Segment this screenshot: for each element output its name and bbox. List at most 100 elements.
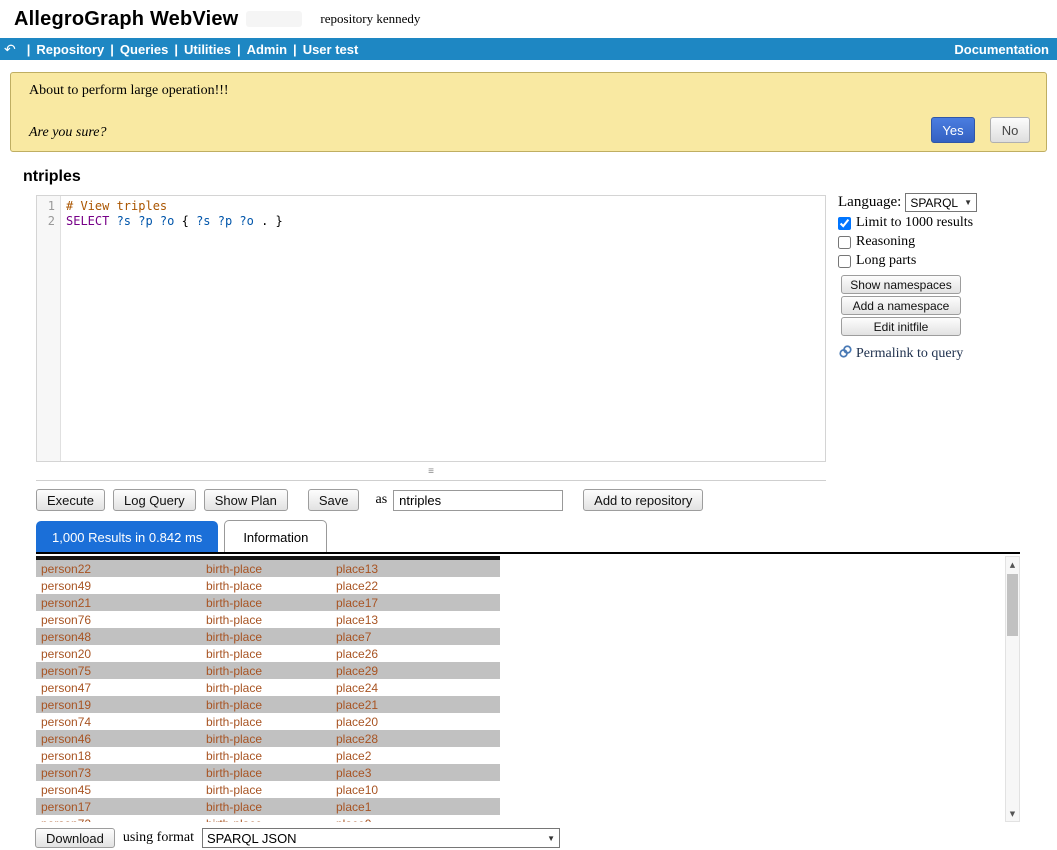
permalink-link[interactable]: Permalink to query <box>838 344 1048 364</box>
scrollbar-thumb[interactable] <box>1007 574 1018 636</box>
table-cell-link[interactable]: birth-place <box>206 681 336 695</box>
table-cell-link[interactable]: place17 <box>336 596 500 610</box>
table-cell-link[interactable]: place13 <box>336 562 500 576</box>
table-cell-link[interactable]: person21 <box>36 596 206 610</box>
table-cell-link[interactable]: place1 <box>336 800 500 814</box>
scroll-down-icon[interactable]: ▼ <box>1006 806 1019 821</box>
execute-button[interactable]: Execute <box>36 489 105 511</box>
chevron-down-icon: ▼ <box>547 834 555 843</box>
code-token-variable: ?s ?p ?o <box>109 214 181 228</box>
table-cell-link[interactable]: birth-place <box>206 749 336 763</box>
table-cell-link[interactable]: birth-place <box>206 800 336 814</box>
table-cell-link[interactable]: person22 <box>36 562 206 576</box>
checkbox-label: Reasoning <box>856 234 915 250</box>
format-select[interactable]: SPARQL JSON ▼ <box>202 828 560 848</box>
table-cell-link[interactable]: person18 <box>36 749 206 763</box>
table-cell-link[interactable]: birth-place <box>206 715 336 729</box>
tab-results[interactable]: 1,000 Results in 0.842 ms <box>36 521 218 554</box>
nav-item-admin[interactable]: Admin <box>247 42 287 57</box>
table-cell-link[interactable]: person74 <box>36 715 206 729</box>
table-cell-link[interactable]: place24 <box>336 681 500 695</box>
table-cell-link[interactable]: birth-place <box>206 783 336 797</box>
table-cell-link[interactable]: person76 <box>36 613 206 627</box>
table-cell-link[interactable]: place28 <box>336 732 500 746</box>
yes-button[interactable]: Yes <box>931 117 975 143</box>
table-cell-link[interactable]: birth-place <box>206 630 336 644</box>
checkbox-row-1[interactable]: Reasoning <box>838 234 1048 250</box>
download-button[interactable]: Download <box>35 828 115 848</box>
table-cell-link[interactable]: place0 <box>336 817 500 823</box>
editor-resize-handle[interactable]: ≡ <box>36 462 826 481</box>
table-cell-link[interactable]: person19 <box>36 698 206 712</box>
table-cell-link[interactable]: person46 <box>36 732 206 746</box>
table-cell-link[interactable]: place3 <box>336 766 500 780</box>
table-cell-link[interactable]: place13 <box>336 613 500 627</box>
table-cell-link[interactable]: person49 <box>36 579 206 593</box>
resize-handle-icon: ≡ <box>428 466 434 477</box>
checkbox[interactable] <box>838 255 851 268</box>
table-row: person21birth-placeplace17 <box>36 594 500 611</box>
code-token-punct: . } <box>254 214 283 228</box>
download-bar: Download using format SPARQL JSON ▼ <box>35 828 560 848</box>
language-select[interactable]: SPARQL ▼ <box>905 193 977 212</box>
table-cell-link[interactable]: person47 <box>36 681 206 695</box>
table-cell-link[interactable]: place20 <box>336 715 500 729</box>
checkbox[interactable] <box>838 217 851 230</box>
table-row: person74birth-placeplace20 <box>36 713 500 730</box>
table-cell-link[interactable]: birth-place <box>206 664 336 678</box>
table-row: person18birth-placeplace2 <box>36 747 500 764</box>
table-cell-link[interactable]: person72 <box>36 817 206 823</box>
checkbox-row-2[interactable]: Long parts <box>838 253 1048 269</box>
table-cell-link[interactable]: birth-place <box>206 817 336 823</box>
log-query-button[interactable]: Log Query <box>113 489 196 511</box>
save-button[interactable]: Save <box>308 489 360 511</box>
table-cell-link[interactable]: birth-place <box>206 766 336 780</box>
edit-initfile-button[interactable]: Edit initfile <box>841 317 961 336</box>
table-cell-link[interactable]: birth-place <box>206 596 336 610</box>
table-cell-link[interactable]: birth-place <box>206 613 336 627</box>
nav-item-documentation[interactable]: Documentation <box>954 42 1049 57</box>
show-plan-button[interactable]: Show Plan <box>204 489 288 511</box>
table-row: person22birth-placeplace13 <box>36 560 500 577</box>
table-row: person45birth-placeplace10 <box>36 781 500 798</box>
tab-information[interactable]: Information <box>224 520 327 554</box>
query-toolbar: Execute Log Query Show Plan Save as Add … <box>36 489 711 511</box>
checkbox-row-0[interactable]: Limit to 1000 results <box>838 215 1048 231</box>
table-cell-link[interactable]: place26 <box>336 647 500 661</box>
nav-item-user-test[interactable]: User test <box>303 42 359 57</box>
table-cell-link[interactable]: birth-place <box>206 579 336 593</box>
using-format-label: using format <box>123 830 194 846</box>
table-cell-link[interactable]: birth-place <box>206 562 336 576</box>
scroll-up-icon[interactable]: ▲ <box>1006 557 1019 572</box>
table-cell-link[interactable]: person73 <box>36 766 206 780</box>
table-cell-link[interactable]: birth-place <box>206 698 336 712</box>
table-cell-link[interactable]: person48 <box>36 630 206 644</box>
table-cell-link[interactable]: place21 <box>336 698 500 712</box>
table-cell-link[interactable]: person17 <box>36 800 206 814</box>
add-to-repository-button[interactable]: Add to repository <box>583 489 703 511</box>
query-editor[interactable]: 1# View triples2SELECT ?s ?p ?o { ?s ?p … <box>36 195 826 462</box>
table-cell-link[interactable]: place22 <box>336 579 500 593</box>
table-cell-link[interactable]: birth-place <box>206 647 336 661</box>
table-cell-link[interactable]: place2 <box>336 749 500 763</box>
nav-item-queries[interactable]: Queries <box>120 42 168 57</box>
table-cell-link[interactable]: person20 <box>36 647 206 661</box>
table-cell-link[interactable]: place7 <box>336 630 500 644</box>
no-button[interactable]: No <box>990 117 1030 143</box>
table-row: person46birth-placeplace28 <box>36 730 500 747</box>
nav-item-utilities[interactable]: Utilities <box>184 42 231 57</box>
back-icon[interactable]: ↶ <box>4 41 16 58</box>
table-cell-link[interactable]: person75 <box>36 664 206 678</box>
table-cell-link[interactable]: place29 <box>336 664 500 678</box>
checkbox[interactable] <box>838 236 851 249</box>
save-name-input[interactable] <box>393 490 563 511</box>
table-cell-link[interactable]: person45 <box>36 783 206 797</box>
header-field <box>246 11 302 27</box>
table-cell-link[interactable]: birth-place <box>206 732 336 746</box>
nav-item-repository[interactable]: Repository <box>36 42 104 57</box>
add-a-namespace-button[interactable]: Add a namespace <box>841 296 961 315</box>
table-cell-link[interactable]: place10 <box>336 783 500 797</box>
code-token-keyword: SELECT <box>66 214 109 228</box>
show-namespaces-button[interactable]: Show namespaces <box>841 275 961 294</box>
results-scrollbar[interactable]: ▲ ▼ <box>1005 556 1020 822</box>
